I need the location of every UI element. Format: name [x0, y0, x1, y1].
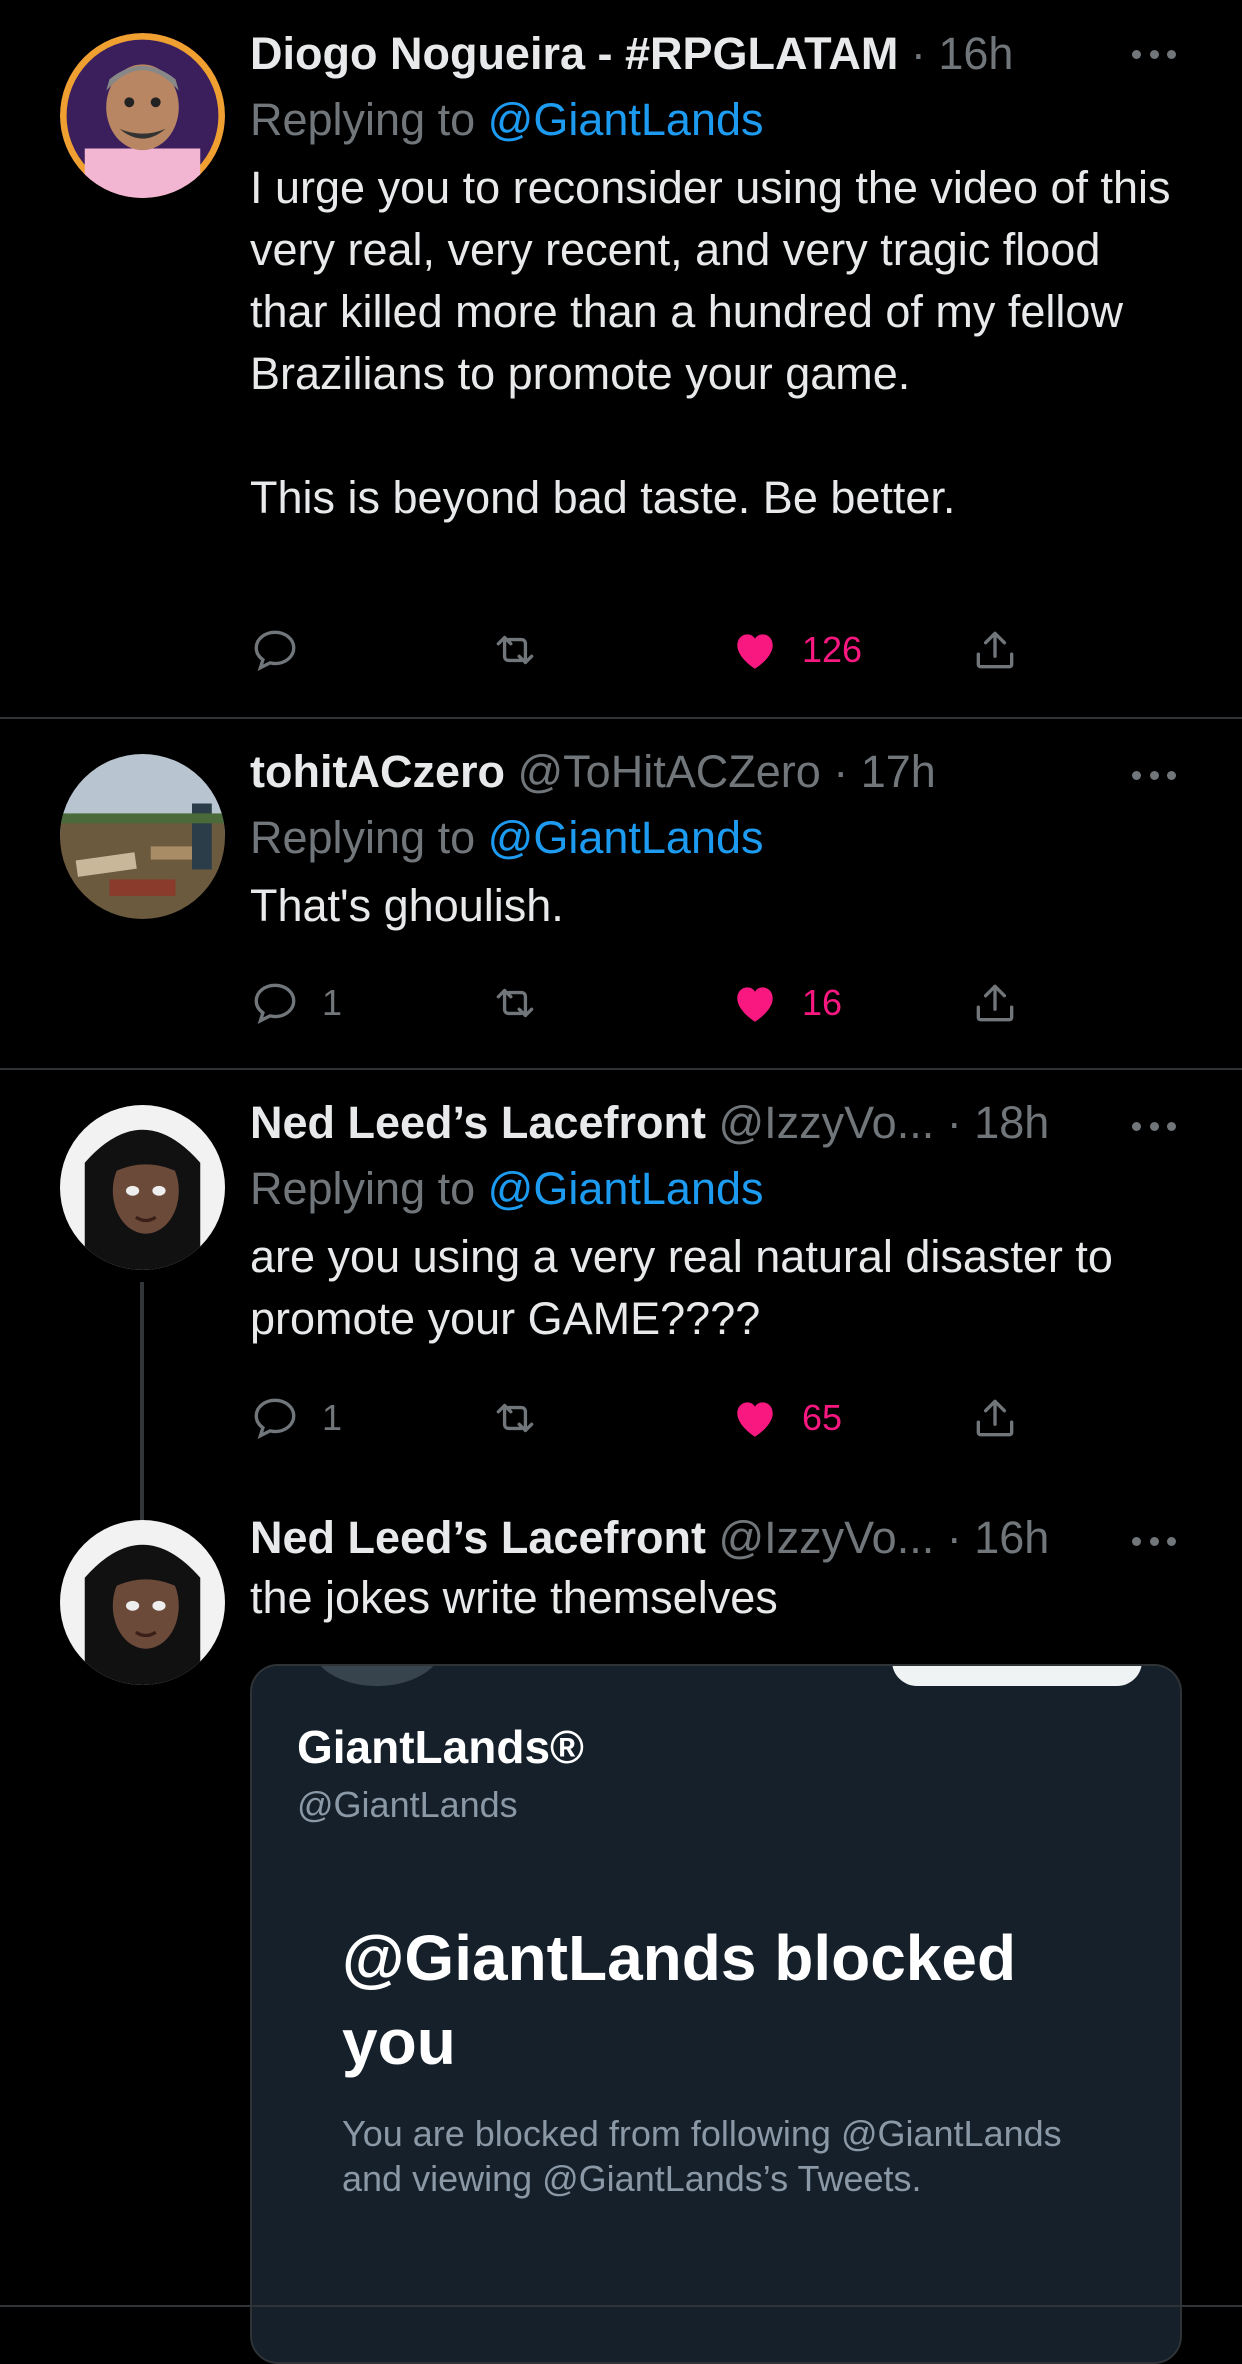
reply-icon — [254, 1398, 296, 1439]
author-name[interactable]: tohitACzero — [250, 746, 505, 797]
tweet-text: That's ghoulish. — [250, 880, 564, 931]
author-handle[interactable]: @IzzyVo... — [718, 1512, 934, 1563]
author-name[interactable]: Diogo Nogueira - #RPGLATAM — [250, 28, 898, 79]
card-name: GiantLands® — [297, 1721, 584, 1773]
divider — [0, 717, 1242, 719]
divider — [0, 1068, 1242, 1070]
reply-count: 1 — [322, 1397, 343, 1438]
like-count: 65 — [802, 1397, 843, 1438]
mention-link[interactable]: @GiantLands — [488, 94, 764, 145]
divider — [0, 2305, 1242, 2307]
reply-icon — [254, 630, 296, 671]
more-icon[interactable] — [1132, 765, 1176, 785]
more-icon[interactable] — [1132, 1116, 1176, 1136]
avatar-ned-leeds-lacefront[interactable] — [60, 1105, 225, 1270]
tweet-header: tohitACzero @ToHitACZero · 17h — [250, 746, 936, 797]
tweet-header: Diogo Nogueira - #RPGLATAM · 16h — [250, 28, 1014, 79]
avatar-ned-leeds-lacefront[interactable] — [60, 1520, 225, 1685]
heart-filled-icon — [737, 1402, 773, 1437]
share-button[interactable] — [970, 973, 1020, 1033]
like-count: 126 — [802, 629, 863, 670]
tweet-header: Ned Leed’s Lacefront @IzzyVo... · 18h — [250, 1097, 1050, 1148]
tweet-text: the jokes write themselves — [250, 1572, 778, 1623]
card-title: @GiantLands blocked you — [342, 1922, 1017, 2078]
author-handle[interactable]: @ToHitACZero — [518, 746, 821, 797]
retweet-button[interactable] — [490, 620, 540, 680]
tweet-time[interactable]: 16h — [938, 28, 1013, 79]
like-button[interactable]: 65 — [730, 1388, 842, 1448]
more-icon[interactable] — [1132, 44, 1176, 64]
reply-button[interactable]: 1 — [250, 1388, 342, 1448]
tweet-time[interactable]: 18h — [974, 1097, 1049, 1148]
replying-to: Replying to @GiantLands — [250, 812, 764, 863]
share-icon — [976, 1399, 1014, 1437]
mention-link[interactable]: @GiantLands — [488, 1163, 764, 1214]
card-avatar — [312, 1666, 442, 1686]
retweet-icon — [496, 1403, 534, 1433]
tweet-text: I urge you to reconsider using the video… — [250, 162, 1171, 523]
tweet-time[interactable]: 16h — [974, 1512, 1049, 1563]
like-count: 16 — [802, 982, 843, 1023]
share-icon — [976, 984, 1014, 1022]
like-button[interactable]: 16 — [730, 973, 842, 1033]
share-button[interactable] — [970, 1388, 1020, 1448]
author-handle[interactable]: @IzzyVo... — [718, 1097, 934, 1148]
quoted-image-card[interactable]: GiantLands® @GiantLands @GiantLands bloc… — [250, 1664, 1182, 2364]
heart-filled-icon — [737, 987, 773, 1022]
mention-link[interactable]: @GiantLands — [488, 812, 764, 863]
replying-to: Replying to @GiantLands — [250, 1163, 764, 1214]
retweet-button[interactable] — [490, 973, 540, 1033]
avatar-tohitaczero[interactable] — [60, 754, 225, 919]
author-name[interactable]: Ned Leed’s Lacefront — [250, 1097, 706, 1148]
reply-icon — [254, 983, 296, 1024]
retweet-button[interactable] — [490, 1388, 540, 1448]
reply-button[interactable]: 1 — [250, 973, 342, 1033]
more-icon[interactable] — [1132, 1531, 1176, 1551]
retweet-icon — [496, 988, 534, 1018]
heart-filled-icon — [737, 634, 773, 669]
author-name[interactable]: Ned Leed’s Lacefront — [250, 1512, 706, 1563]
retweet-icon — [496, 635, 534, 665]
tweet-text: are you using a very real natural disast… — [250, 1231, 1113, 1344]
card-button — [892, 1666, 1142, 1686]
card-description: You are blocked from following @GiantLan… — [342, 2113, 1062, 2199]
like-button[interactable]: 126 — [730, 620, 862, 680]
replying-to: Replying to @GiantLands — [250, 94, 764, 145]
reply-button[interactable] — [250, 620, 322, 680]
share-icon — [976, 631, 1014, 669]
card-handle: @GiantLands — [297, 1784, 518, 1825]
reply-count: 1 — [322, 982, 343, 1023]
tweet-time[interactable]: 17h — [861, 746, 936, 797]
avatar-diogo[interactable] — [60, 33, 225, 198]
tweet-header: Ned Leed’s Lacefront @IzzyVo... · 16h — [250, 1512, 1050, 1563]
share-button[interactable] — [970, 620, 1020, 680]
